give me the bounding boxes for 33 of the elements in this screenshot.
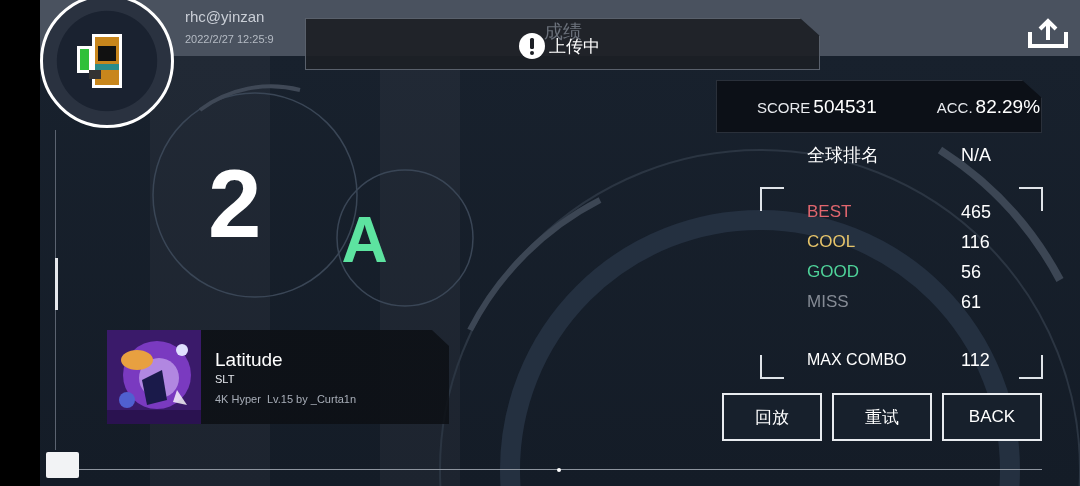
score-label: SCORE <box>757 98 811 116</box>
accuracy-value: 82.29% <box>975 95 1041 118</box>
judgement-count: 465 <box>961 201 993 223</box>
result-number: 2 <box>208 156 264 252</box>
frame-corner <box>760 187 784 211</box>
judgement-label: BEST <box>807 202 853 222</box>
play-time: 2022/2/27 12:25:9 <box>185 33 274 45</box>
score-value: 504531 <box>813 95 877 118</box>
max-combo-label: MAX COMBO <box>807 351 908 369</box>
action-button[interactable]: 重试 <box>832 393 932 441</box>
song-title: Latitude <box>215 349 284 371</box>
accuracy-label: ACC. <box>936 98 973 116</box>
judgement-count: 116 <box>961 231 991 253</box>
song-artist: SLT <box>215 373 236 385</box>
upload-icon[interactable] <box>1028 18 1068 48</box>
max-combo-value: 112 <box>961 349 991 371</box>
judgement-label: COOL <box>807 232 857 252</box>
frame-corner <box>760 355 784 379</box>
judgement-count: 56 <box>961 261 983 283</box>
action-button[interactable]: 回放 <box>722 393 822 441</box>
judgement-count: 61 <box>961 291 983 313</box>
ranking-label: 全球排名 <box>807 144 880 167</box>
frame-corner <box>1019 187 1043 211</box>
ranking-value: N/A <box>961 144 992 166</box>
player-name: rhc@yinzan <box>185 8 266 25</box>
chart-info: 4K Hyper Lv.15 by _Curta1n <box>215 393 357 405</box>
alert-icon <box>519 33 545 59</box>
scroll-indicator <box>55 258 58 310</box>
frame-corner <box>1019 355 1043 379</box>
judgement-label: GOOD <box>807 262 860 282</box>
judgement-label: MISS <box>807 292 850 312</box>
action-button[interactable]: BACK <box>942 393 1042 441</box>
grade-letter: A <box>341 208 388 272</box>
